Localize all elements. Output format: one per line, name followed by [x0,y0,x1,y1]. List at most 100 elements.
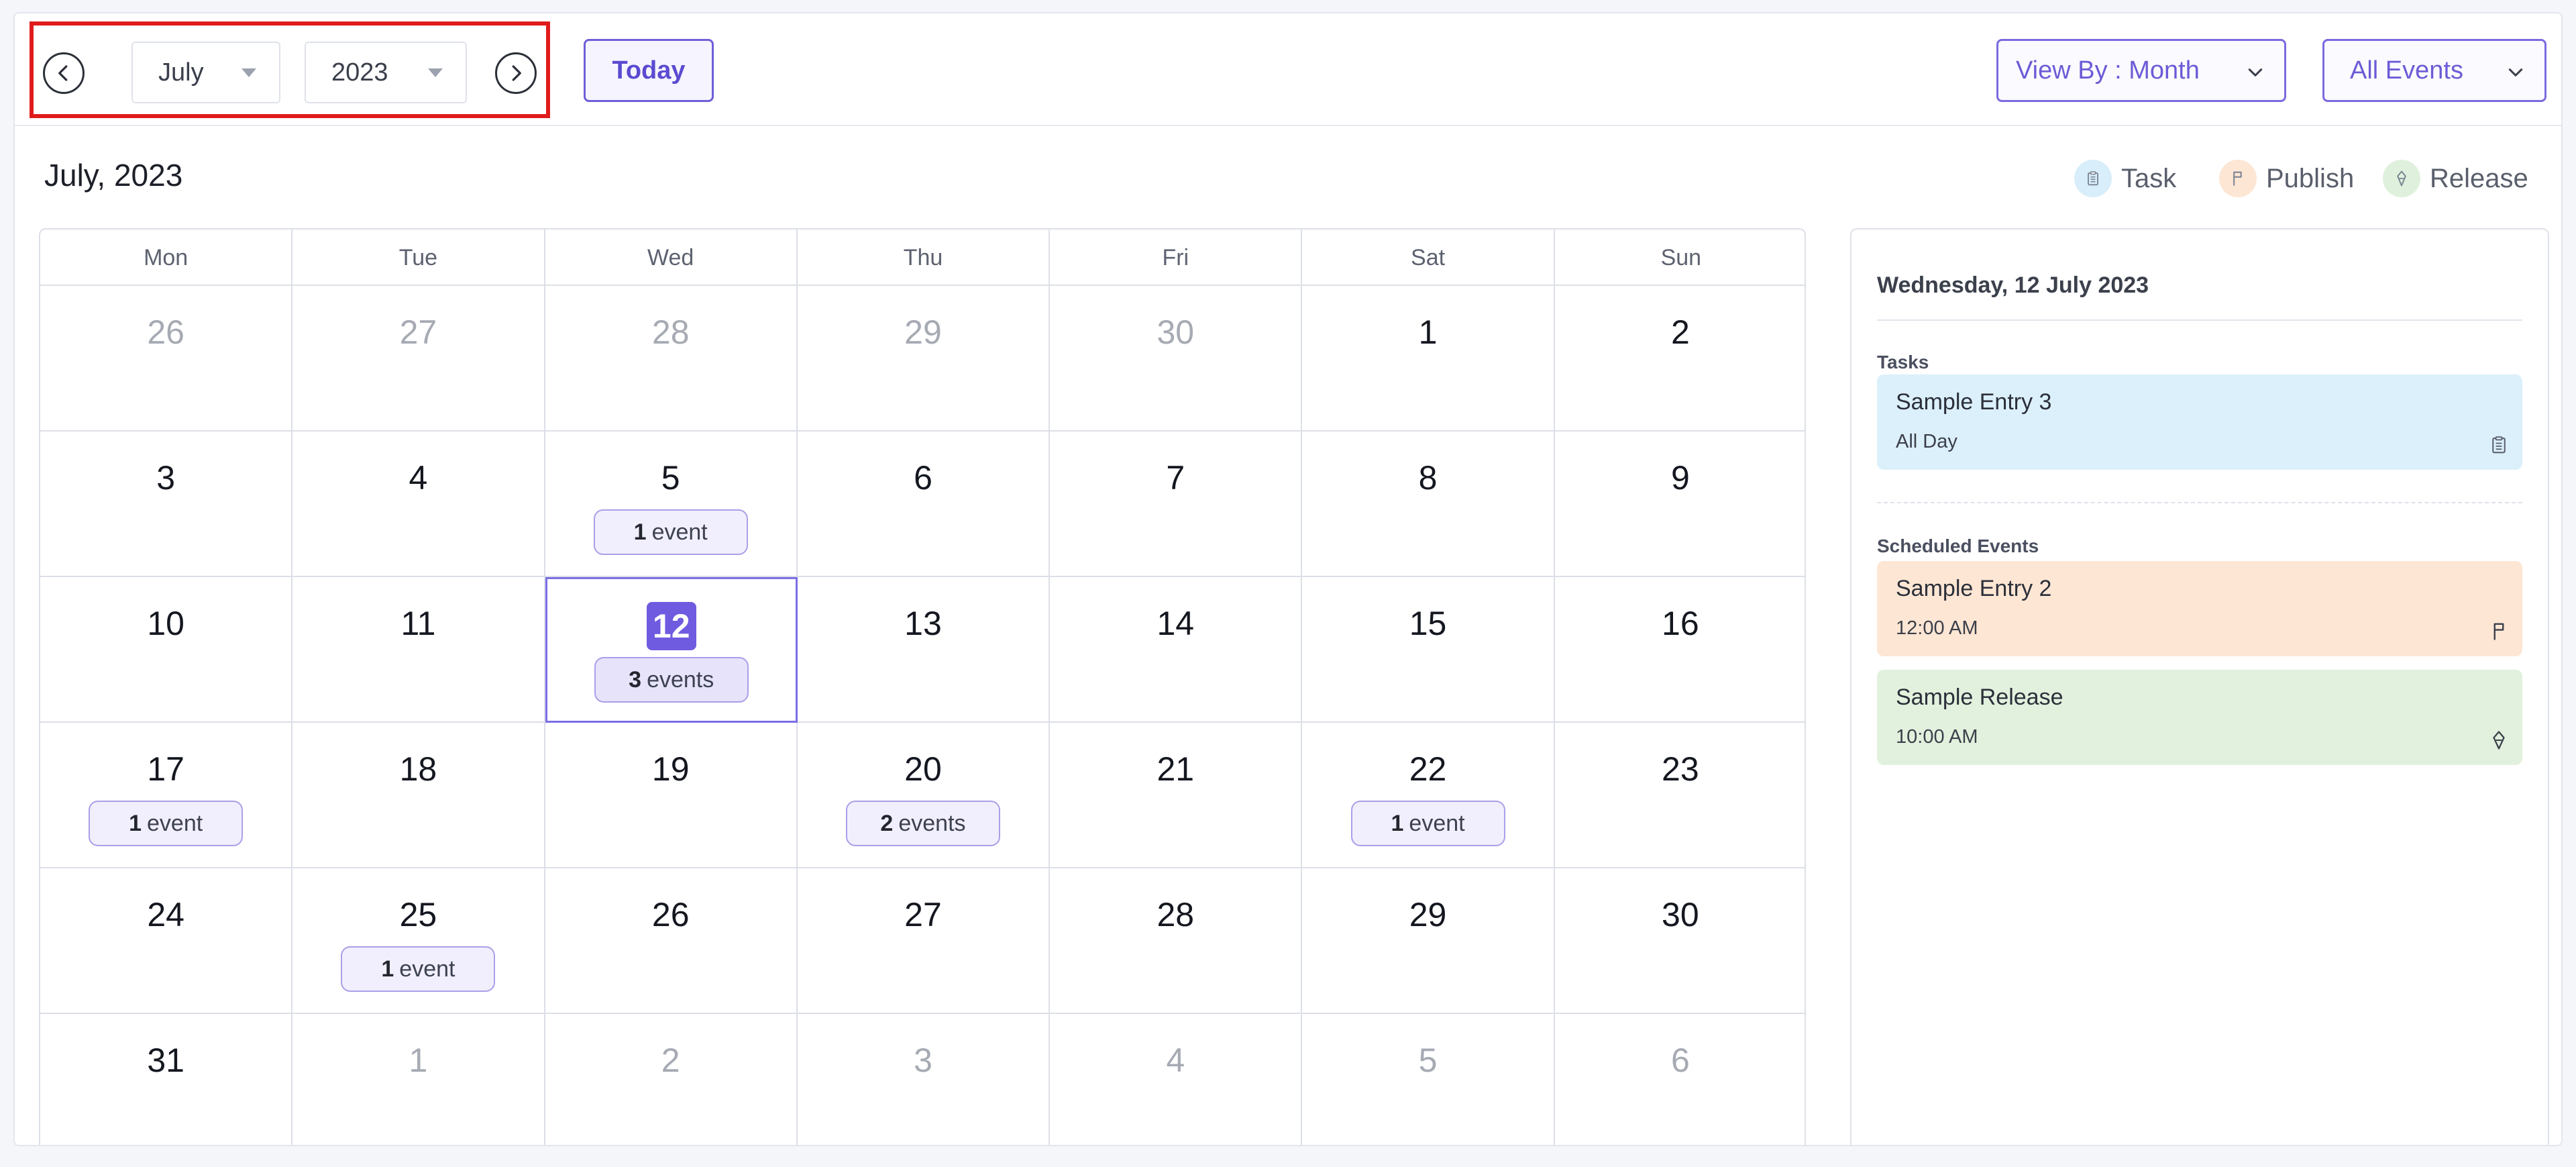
weekday-label: Wed [545,230,798,286]
day-cell[interactable]: 26 [40,286,293,432]
day-cell[interactable]: 18 [292,723,545,868]
day-number: 26 [651,896,690,933]
day-cell[interactable]: 19 [545,723,798,868]
prev-month-button[interactable] [43,52,85,94]
event-count-badge[interactable]: 1 event [89,801,244,846]
legend-publish: Publish [2219,160,2354,197]
event-count: 1 [129,810,142,836]
day-cell[interactable]: 28 [545,286,798,432]
day-cell[interactable]: 26 [545,868,798,1014]
day-cell[interactable]: 16 [1554,577,1805,723]
legend-publish-label: Publish [2266,163,2355,193]
day-cell[interactable]: 5 1 event [545,432,798,577]
calendar-grid: Mon Tue Wed Thu Fri Sat Sun 26 27 28 29 30 1 2 3 4 5 1 ev… [39,228,1806,1145]
day-cell[interactable]: 12 3 events [545,577,798,723]
day-cell[interactable]: 28 [1050,868,1303,1014]
today-button[interactable]: Today [584,39,714,102]
day-number: 7 [1166,459,1185,497]
day-cell[interactable]: 10 [40,577,293,723]
event-count: 1 [381,956,394,982]
day-number: 6 [914,459,932,497]
day-cell[interactable]: 23 [1554,723,1805,868]
event-entry[interactable]: Sample Entry 2 12:00 AM [1877,561,2522,656]
day-cell[interactable]: 25 1 event [292,868,545,1014]
day-details-panel: Wednesday, 12 July 2023 Tasks Sample Ent… [1850,228,2549,1145]
event-count-badge[interactable]: 1 event [1350,801,1505,846]
day-number: 8 [1418,459,1438,497]
legend-task-label: Task [2121,163,2177,193]
legend-release-label: Release [2430,163,2528,193]
event-filter-dropdown[interactable]: All Events [2322,39,2546,102]
legend-task: Task [2074,160,2176,197]
divider [1877,502,2522,503]
day-cell[interactable]: 6 [1555,1014,1805,1145]
day-cell[interactable]: 27 [292,286,545,432]
next-month-button[interactable] [495,52,537,94]
day-cell[interactable]: 8 [1302,432,1555,577]
view-by-dropdown[interactable]: View By : Month [1996,39,2286,102]
event-count-badge[interactable]: 2 events [845,801,1000,846]
day-cell[interactable]: 2 [545,1014,798,1145]
day-cell[interactable]: 29 [1302,868,1555,1014]
day-number: 28 [1157,896,1195,933]
day-cell[interactable]: 2 [1554,286,1805,432]
chevron-down-icon [2508,68,2523,77]
view-by-label: View By : Month [2016,56,2200,85]
task-entry[interactable]: Sample Entry 3 All Day [1877,374,2522,470]
entry-title: Sample Entry 2 [1896,576,2052,601]
day-cell[interactable]: 1 [292,1014,545,1145]
day-number: 2 [1670,313,1690,351]
day-cell[interactable]: 27 [797,868,1051,1014]
day-number: 1 [409,1042,428,1079]
selected-day-number: 12 [646,602,696,650]
event-count-badge[interactable]: 1 event [341,946,496,992]
month-select-value: July [158,58,204,87]
day-cell[interactable]: 5 [1302,1014,1555,1145]
chevron-left-icon [58,65,68,81]
day-cell[interactable]: 4 [1050,1014,1303,1145]
day-cell[interactable]: 20 2 events [797,723,1051,868]
weekday-label: Thu [798,230,1051,286]
day-cell[interactable]: 11 [292,577,545,723]
day-number: 5 [1418,1042,1438,1079]
day-number: 4 [409,459,428,497]
entry-title: Sample Entry 3 [1896,389,2052,415]
day-cell[interactable]: 29 [797,286,1051,432]
day-cell[interactable]: 17 1 event [40,723,293,868]
day-number: 29 [1409,896,1447,933]
day-number: 22 [1409,750,1447,788]
day-number: 4 [1166,1042,1185,1079]
month-select[interactable]: July [131,42,280,103]
day-cell[interactable]: 4 [292,432,545,577]
day-cell[interactable]: 21 [1050,723,1303,868]
day-cell[interactable]: 14 [1050,577,1303,723]
day-cell[interactable]: 9 [1554,432,1805,577]
legend-release: Release [2383,160,2528,197]
caret-down-icon [241,68,256,77]
year-select[interactable]: 2023 [305,42,467,103]
event-entry[interactable]: Sample Release 10:00 AM [1877,670,2522,765]
day-cell[interactable]: 7 [1050,432,1303,577]
calendar-app: July 2023 Today View By : Month All Even… [13,12,2563,1146]
day-cell[interactable]: 24 [40,868,293,1014]
day-cell[interactable]: 3 [40,432,293,577]
event-count-label: event [147,810,203,836]
entry-time: All Day [1896,431,1957,452]
flag-icon [2219,160,2257,197]
day-cell[interactable]: 15 [1302,577,1555,723]
day-cell[interactable]: 6 [797,432,1051,577]
day-number: 26 [147,313,184,351]
day-cell[interactable]: 3 [798,1014,1051,1145]
day-cell[interactable]: 13 [797,577,1051,723]
day-cell[interactable]: 30 [1554,868,1805,1014]
day-cell[interactable]: 1 [1302,286,1555,432]
day-cell[interactable]: 22 1 event [1302,723,1555,868]
day-number: 24 [147,896,184,933]
event-count-badge[interactable]: 1 event [593,509,748,555]
day-cell[interactable]: 31 [40,1014,293,1145]
day-number: 2 [661,1042,680,1079]
day-cell[interactable]: 30 [1050,286,1303,432]
day-number: 30 [1157,313,1195,351]
event-count-badge[interactable]: 3 events [594,657,749,703]
day-number: 6 [1670,1042,1690,1079]
